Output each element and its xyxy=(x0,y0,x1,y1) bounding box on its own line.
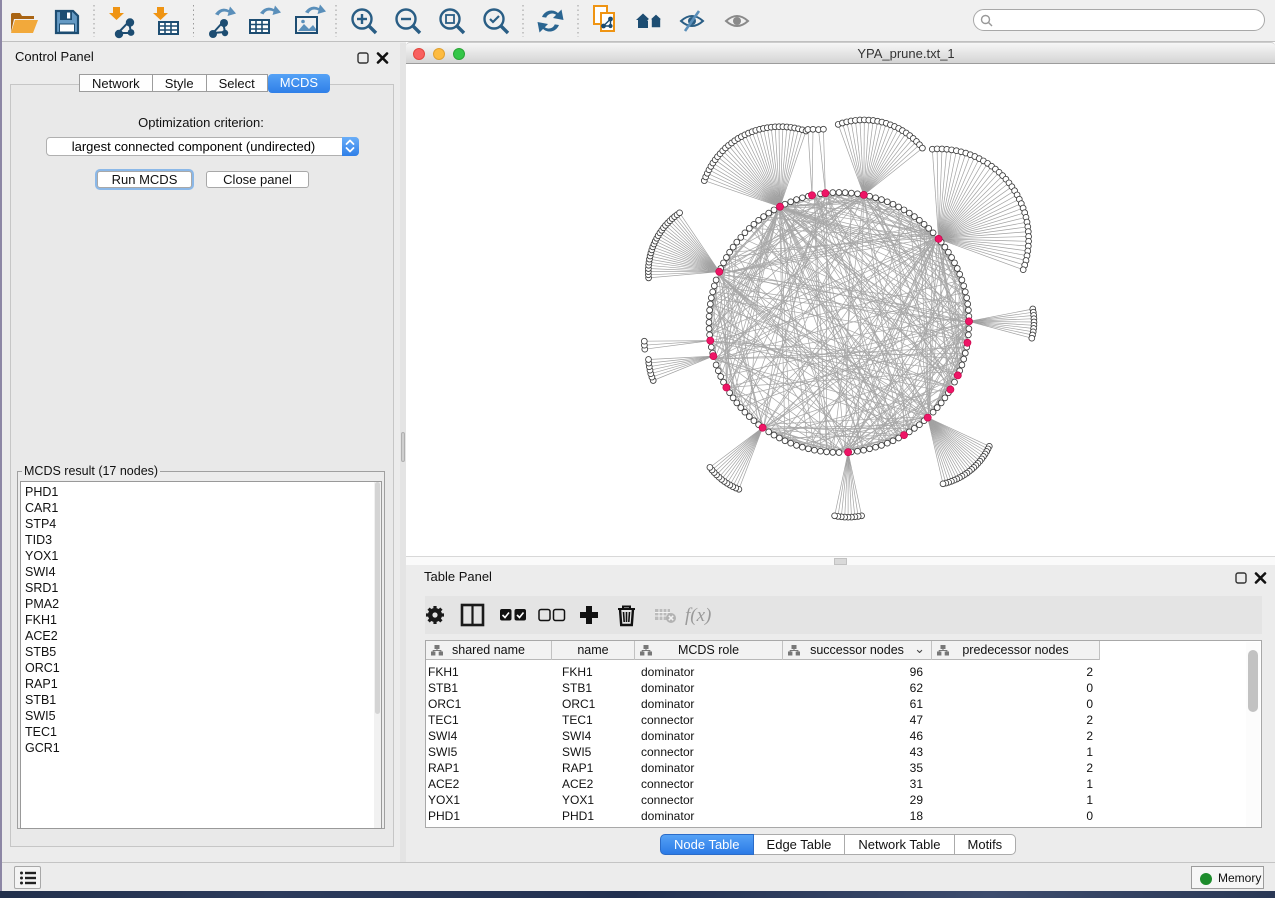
svg-text:f(x): f(x) xyxy=(685,605,711,626)
